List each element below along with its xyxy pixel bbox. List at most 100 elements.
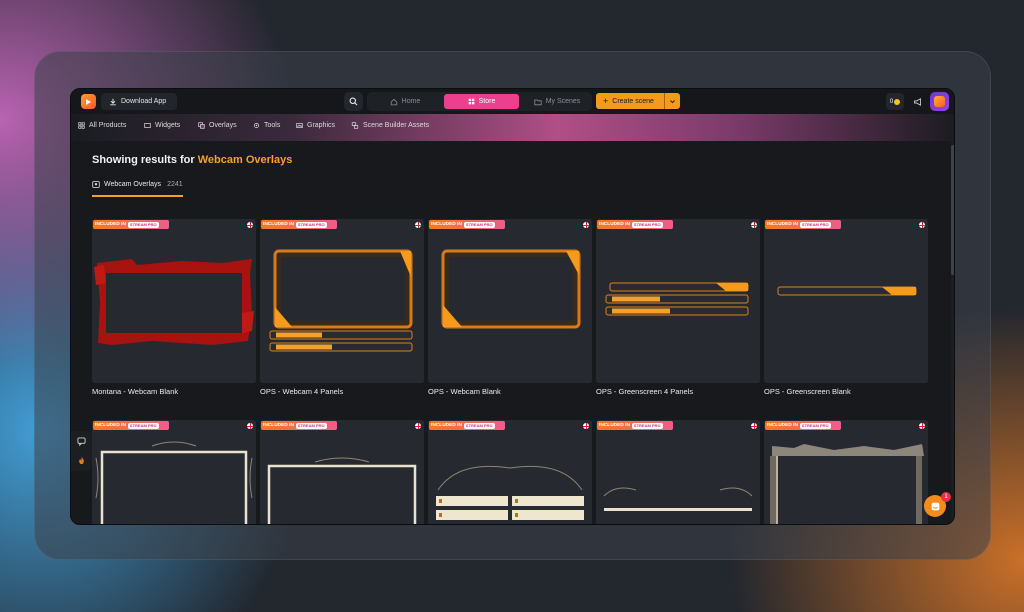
chat-bubble-icon[interactable] bbox=[77, 437, 86, 446]
webcam-icon bbox=[92, 181, 100, 188]
badge-label: INCLUDED IN bbox=[263, 222, 294, 227]
product-card[interactable]: INCLUDED IN STREAM PRO bbox=[764, 219, 928, 383]
nav-store-label: Store bbox=[478, 98, 496, 105]
main-nav: Home Store My Scenes bbox=[367, 92, 592, 111]
category-all-products[interactable]: All Products bbox=[78, 122, 126, 129]
product-title[interactable]: OPS - Greenscreen 4 Panels bbox=[596, 387, 693, 396]
region-flag-icon bbox=[583, 222, 589, 228]
category-scene-builder-assets[interactable]: Scene Builder Assets bbox=[351, 122, 429, 129]
product-card[interactable]: INCLUDED IN STREAM PRO bbox=[428, 420, 592, 524]
top-bar: Download App Home Store My Scenes + Crea… bbox=[71, 89, 954, 114]
ornate-frame-preview bbox=[267, 457, 417, 524]
create-scene-dropdown[interactable] bbox=[664, 93, 680, 109]
region-flag-icon bbox=[751, 423, 757, 429]
ornate-frame-preview bbox=[95, 441, 253, 524]
region-flag-icon bbox=[751, 222, 757, 228]
announcements-button[interactable] bbox=[909, 93, 926, 110]
product-title[interactable]: OPS - Webcam 4 Panels bbox=[260, 387, 343, 396]
included-in-pro-badge: INCLUDED IN STREAM PRO bbox=[765, 220, 841, 229]
chat-icon bbox=[931, 502, 939, 510]
category-bar: All Products Widgets Overlays Tools Grap… bbox=[71, 114, 954, 141]
badge-pro: STREAM PRO bbox=[799, 221, 831, 228]
tab-result-count: 2241 bbox=[167, 181, 183, 188]
results-heading: Showing results for Webcam Overlays bbox=[92, 154, 292, 166]
page-scrollbar[interactable] bbox=[951, 141, 954, 524]
product-title[interactable]: Montana - Webcam Blank bbox=[92, 387, 178, 396]
category-widgets[interactable]: Widgets bbox=[144, 122, 180, 129]
product-card[interactable]: INCLUDED IN STREAM PRO bbox=[428, 219, 592, 383]
chevron-down-icon bbox=[670, 99, 675, 103]
nav-home[interactable]: Home bbox=[371, 94, 439, 109]
ornate-panels-preview bbox=[436, 465, 584, 520]
gear-icon bbox=[254, 123, 259, 128]
product-card[interactable]: INCLUDED IN STREAM PRO bbox=[260, 219, 424, 383]
product-card[interactable]: INCLUDED IN STREAM PRO bbox=[764, 420, 928, 524]
scrollbar-thumb[interactable] bbox=[951, 145, 954, 275]
grid-icon bbox=[78, 122, 85, 129]
product-card[interactable]: INCLUDED IN STREAM PRO bbox=[596, 219, 760, 383]
category-graphics[interactable]: Graphics bbox=[296, 122, 335, 129]
tab-webcam-overlays[interactable]: Webcam Overlays 2241 bbox=[92, 181, 183, 188]
search-icon bbox=[349, 97, 358, 106]
search-button[interactable] bbox=[344, 92, 363, 111]
image-icon bbox=[296, 123, 303, 128]
montana-frame-preview bbox=[94, 259, 254, 345]
coins-count: 0 bbox=[889, 98, 894, 105]
category-widgets-label: Widgets bbox=[155, 122, 181, 129]
badge-label: INCLUDED IN bbox=[95, 423, 126, 428]
included-in-pro-badge: INCLUDED IN STREAM PRO bbox=[597, 220, 673, 229]
app-logo-icon[interactable] bbox=[81, 94, 96, 109]
category-all-products-label: All Products bbox=[89, 122, 127, 129]
included-in-pro-badge: INCLUDED IN STREAM PRO bbox=[597, 421, 673, 430]
store-grid-icon bbox=[468, 98, 474, 105]
badge-pro: STREAM PRO bbox=[799, 422, 831, 429]
category-graphics-label: Graphics bbox=[307, 122, 336, 129]
app-window: Download App Home Store My Scenes + Crea… bbox=[70, 88, 955, 525]
included-in-pro-badge: INCLUDED IN STREAM PRO bbox=[429, 220, 505, 229]
badge-pro: STREAM PRO bbox=[127, 221, 159, 228]
region-flag-icon bbox=[247, 222, 253, 228]
category-scene-builder-assets-label: Scene Builder Assets bbox=[363, 122, 430, 129]
fire-icon[interactable] bbox=[77, 456, 86, 465]
nav-store[interactable]: Store bbox=[444, 94, 519, 109]
included-in-pro-badge: INCLUDED IN STREAM PRO bbox=[429, 421, 505, 430]
tab-webcam-overlays-label: Webcam Overlays bbox=[104, 181, 162, 188]
badge-pro: STREAM PRO bbox=[295, 221, 327, 228]
badge-label: INCLUDED IN bbox=[599, 222, 630, 227]
avatar-logo-icon bbox=[934, 96, 945, 107]
ops-webcam-blank-preview bbox=[441, 249, 581, 329]
badge-label: INCLUDED IN bbox=[767, 222, 798, 227]
coins-balance[interactable]: 0 bbox=[886, 93, 904, 110]
home-icon bbox=[390, 98, 397, 105]
badge-pro: STREAM PRO bbox=[631, 221, 663, 228]
download-app-label: Download App bbox=[121, 98, 167, 105]
badge-label: INCLUDED IN bbox=[431, 423, 462, 428]
user-avatar[interactable] bbox=[930, 92, 949, 111]
stone-frame-preview bbox=[770, 444, 924, 524]
product-card[interactable]: INCLUDED IN STREAM PRO bbox=[260, 420, 424, 524]
download-icon bbox=[110, 98, 116, 105]
badge-pro: STREAM PRO bbox=[127, 422, 159, 429]
ops-webcam-4-panels-preview bbox=[269, 249, 413, 352]
product-card[interactable]: INCLUDED IN STREAM PRO bbox=[596, 420, 760, 524]
side-toolbar bbox=[71, 431, 92, 471]
region-flag-icon bbox=[415, 423, 421, 429]
results-prefix: Showing results for bbox=[92, 154, 195, 166]
badge-pro: STREAM PRO bbox=[295, 422, 327, 429]
badge-label: INCLUDED IN bbox=[95, 222, 126, 227]
download-app-button[interactable]: Download App bbox=[101, 93, 177, 110]
product-title[interactable]: OPS - Greenscreen Blank bbox=[764, 387, 851, 396]
category-overlays[interactable]: Overlays bbox=[198, 122, 237, 129]
included-in-pro-badge: INCLUDED IN STREAM PRO bbox=[261, 421, 337, 430]
layers-icon bbox=[198, 122, 205, 129]
product-title[interactable]: OPS - Webcam Blank bbox=[428, 387, 501, 396]
included-in-pro-badge: INCLUDED IN STREAM PRO bbox=[765, 421, 841, 430]
region-flag-icon bbox=[919, 423, 925, 429]
nav-my-scenes[interactable]: My Scenes bbox=[524, 94, 590, 109]
product-card[interactable]: INCLUDED IN STREAM PRO bbox=[92, 219, 256, 383]
category-tools[interactable]: Tools bbox=[253, 122, 280, 129]
product-card[interactable]: INCLUDED IN STREAM PRO bbox=[92, 420, 256, 524]
megaphone-icon bbox=[913, 97, 921, 106]
create-scene-button[interactable]: + Create scene bbox=[596, 93, 680, 109]
badge-label: INCLUDED IN bbox=[767, 423, 798, 428]
